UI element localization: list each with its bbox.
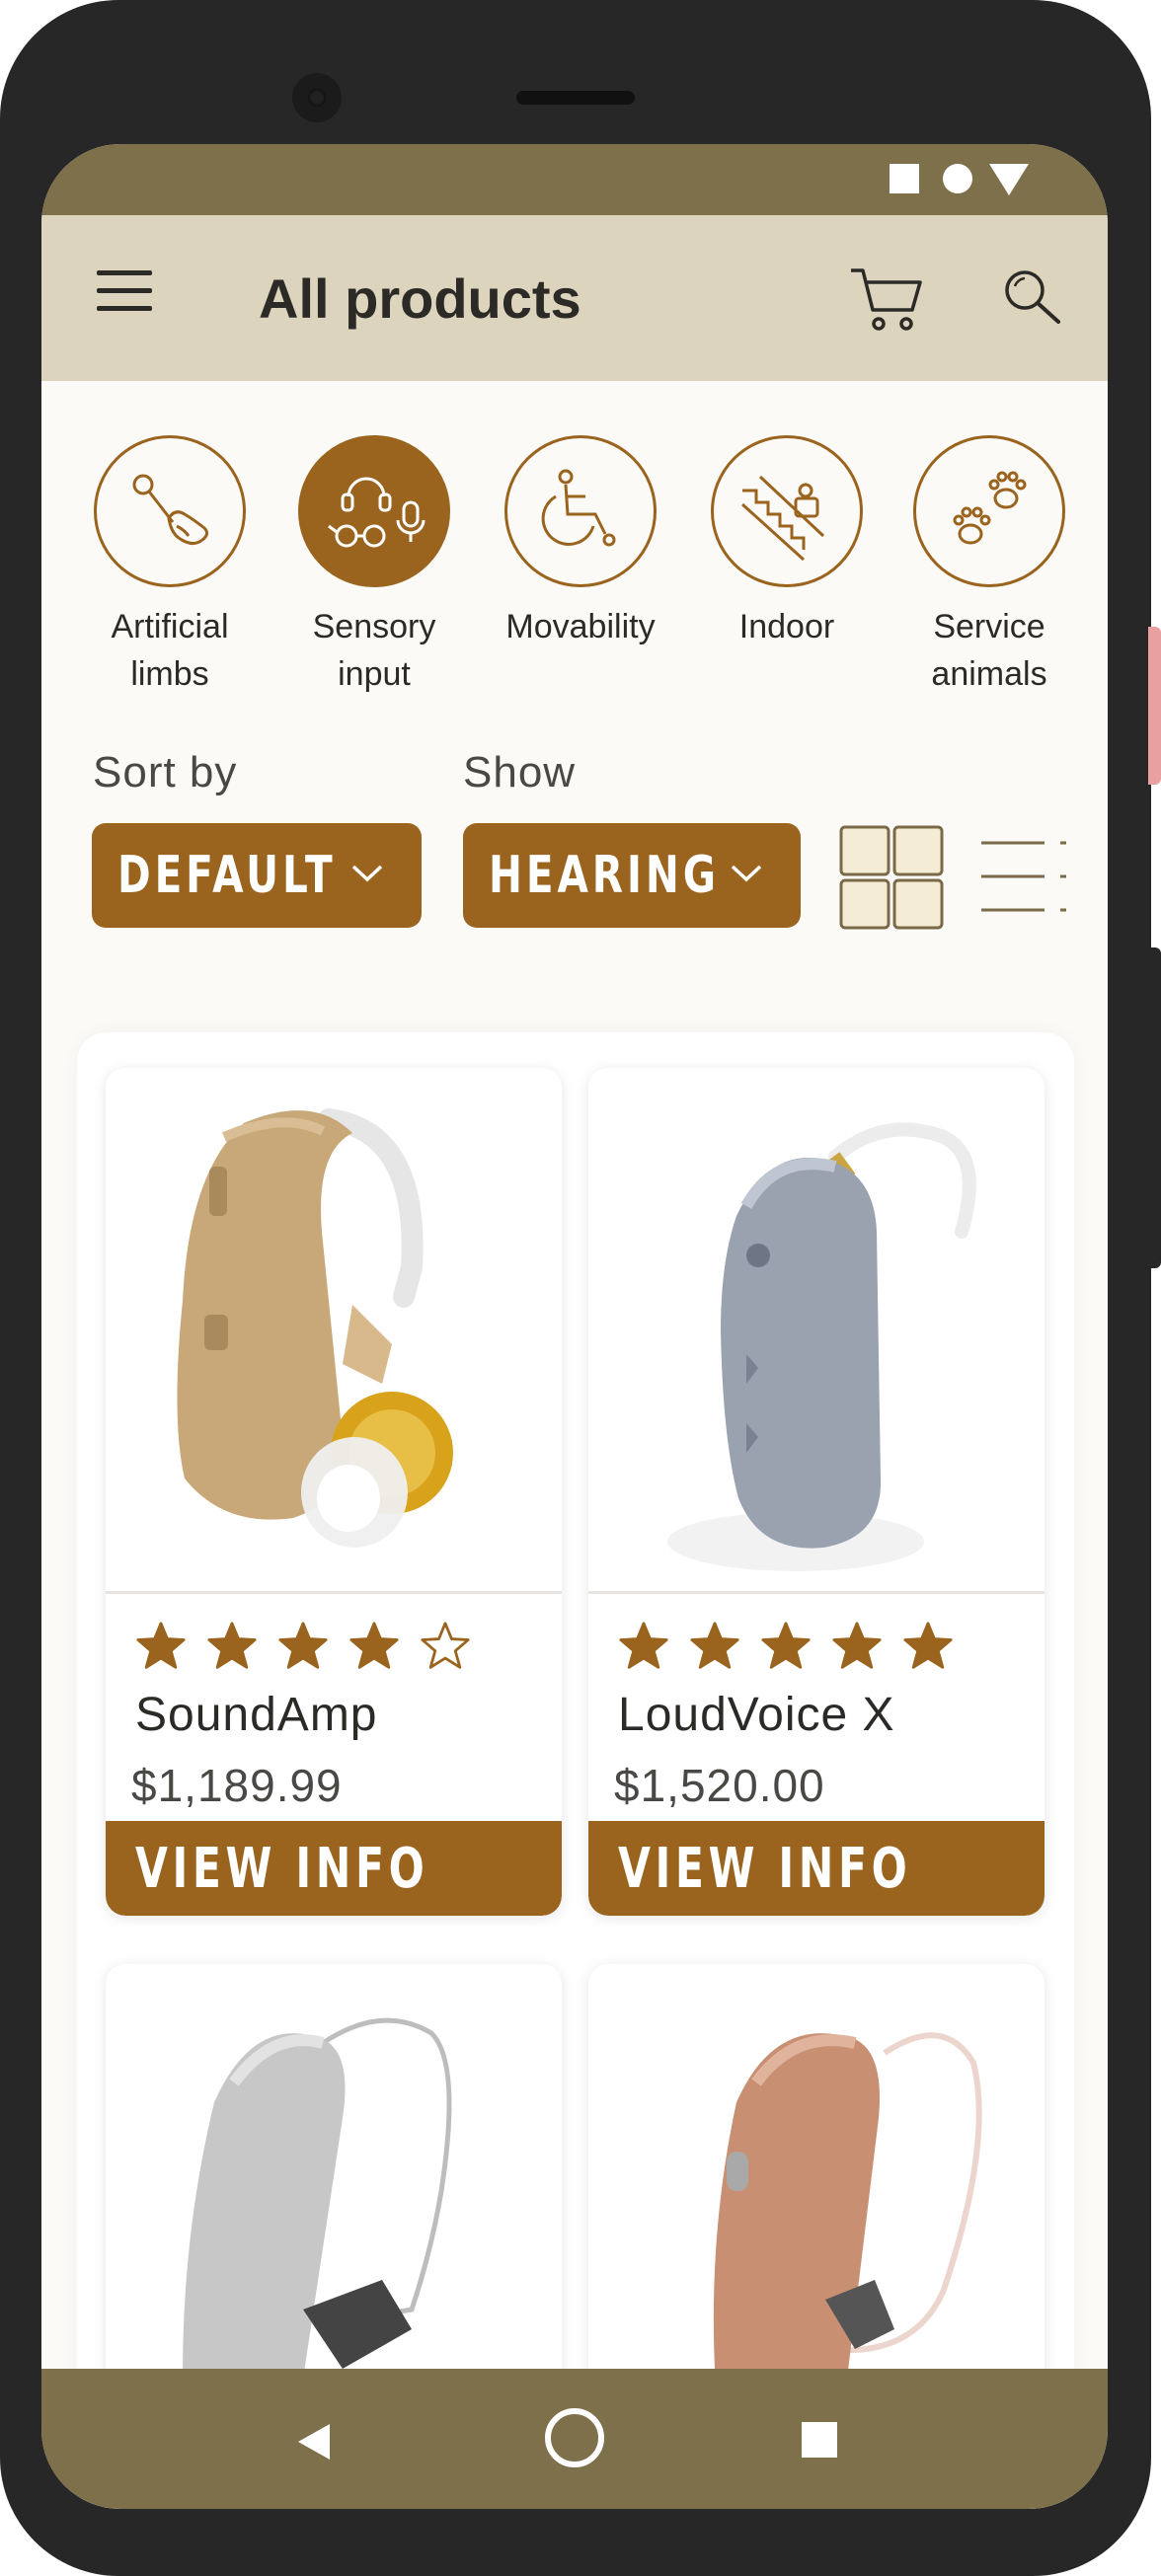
view-info-button[interactable]: VIEW INFO xyxy=(106,1821,562,1916)
recents-icon[interactable] xyxy=(802,2422,837,2458)
side-button xyxy=(1148,947,1161,1268)
category-label: Movability xyxy=(505,608,656,645)
star-filled-icon xyxy=(278,1622,328,1669)
category-service-animals[interactable]: Service animals xyxy=(890,435,1088,698)
view-info-button[interactable]: VIEW INFO xyxy=(588,1821,1045,1916)
screen: All products Artificial limbs Sensory in… xyxy=(41,144,1108,2509)
category-circle xyxy=(94,435,246,587)
status-bar xyxy=(41,144,1108,215)
cart-icon[interactable] xyxy=(849,265,924,334)
star-filled-icon xyxy=(832,1622,882,1669)
view-info-label: VIEW INFO xyxy=(618,1836,912,1901)
category-bar: Artificial limbs Sensory input Movabilit… xyxy=(41,435,1108,702)
page-title: All products xyxy=(259,267,581,330)
chevron-down-icon xyxy=(351,865,383,882)
product-card-soundamp[interactable]: SoundAmp $1,189.99 VIEW INFO xyxy=(106,1068,562,1916)
star-filled-icon xyxy=(207,1622,257,1669)
artificial-limb-icon xyxy=(132,474,209,545)
category-label: Indoor xyxy=(738,608,835,645)
show-label: Show xyxy=(463,748,577,796)
grid-view-icon[interactable] xyxy=(839,825,944,930)
paw-prints-icon xyxy=(953,471,1027,545)
category-circle xyxy=(711,435,863,587)
star-filled-icon xyxy=(690,1622,739,1669)
product-image xyxy=(588,1068,1045,1594)
star-filled-icon xyxy=(761,1622,811,1669)
hearing-aid-image xyxy=(667,1122,976,1571)
category-movability[interactable]: Movability xyxy=(482,435,679,650)
product-grid: SoundAmp $1,189.99 VIEW INFO LoudVoice X… xyxy=(77,1032,1074,2509)
home-icon[interactable] xyxy=(543,2406,606,2469)
category-circle xyxy=(298,435,450,587)
hearing-aid-image xyxy=(177,1108,453,1548)
sort-label: Sort by xyxy=(93,748,238,796)
category-artificial-limbs[interactable]: Artificial limbs xyxy=(71,435,269,698)
front-camera xyxy=(292,73,342,122)
sort-dropdown[interactable]: DEFAULT xyxy=(92,823,422,928)
list-view-icon[interactable] xyxy=(981,835,1066,918)
product-price: $1,520.00 xyxy=(614,1760,825,1811)
hamburger-menu-icon[interactable] xyxy=(97,270,152,312)
product-price: $1,189.99 xyxy=(131,1760,343,1811)
category-circle xyxy=(913,435,1065,587)
search-icon[interactable] xyxy=(1001,266,1062,328)
category-sensory-input[interactable]: Sensory input xyxy=(275,435,473,698)
earpiece-speaker xyxy=(516,91,635,105)
wheelchair-icon xyxy=(541,469,616,547)
product-name: LoudVoice X xyxy=(618,1689,895,1741)
back-icon[interactable] xyxy=(296,2422,332,2462)
star-filled-icon xyxy=(903,1622,953,1669)
star-empty-icon xyxy=(421,1622,470,1669)
star-filled-icon xyxy=(136,1622,186,1669)
status-circle-icon xyxy=(943,164,972,193)
category-circle xyxy=(504,435,657,587)
category-label: Sensory input xyxy=(312,608,436,693)
sort-value: DEFAULT xyxy=(117,846,337,905)
category-indoor[interactable]: Indoor xyxy=(688,435,886,650)
side-button xyxy=(1148,627,1161,785)
product-image xyxy=(106,1068,562,1594)
phone-frame: All products Artificial limbs Sensory in… xyxy=(0,0,1151,2576)
rating-stars xyxy=(618,1621,954,1676)
show-dropdown[interactable]: HEARING xyxy=(463,823,801,928)
status-square-icon xyxy=(890,164,919,193)
product-name: SoundAmp xyxy=(135,1689,378,1741)
sensory-input-icon xyxy=(328,477,426,548)
star-filled-icon xyxy=(349,1622,399,1669)
rating-stars xyxy=(135,1621,471,1676)
star-filled-icon xyxy=(619,1622,668,1669)
product-card-loudvoice-x[interactable]: LoudVoice X $1,520.00 VIEW INFO xyxy=(588,1068,1045,1916)
category-label: Artificial limbs xyxy=(111,608,229,693)
chevron-down-icon xyxy=(731,865,762,882)
app-bar: All products xyxy=(41,215,1108,381)
system-navigation-bar xyxy=(41,2369,1108,2509)
stairlift-icon xyxy=(740,475,825,562)
view-info-label: VIEW INFO xyxy=(135,1836,429,1901)
show-value: HEARING xyxy=(489,846,720,905)
category-label: Service animals xyxy=(931,608,1047,693)
status-signal-icon xyxy=(989,164,1029,195)
